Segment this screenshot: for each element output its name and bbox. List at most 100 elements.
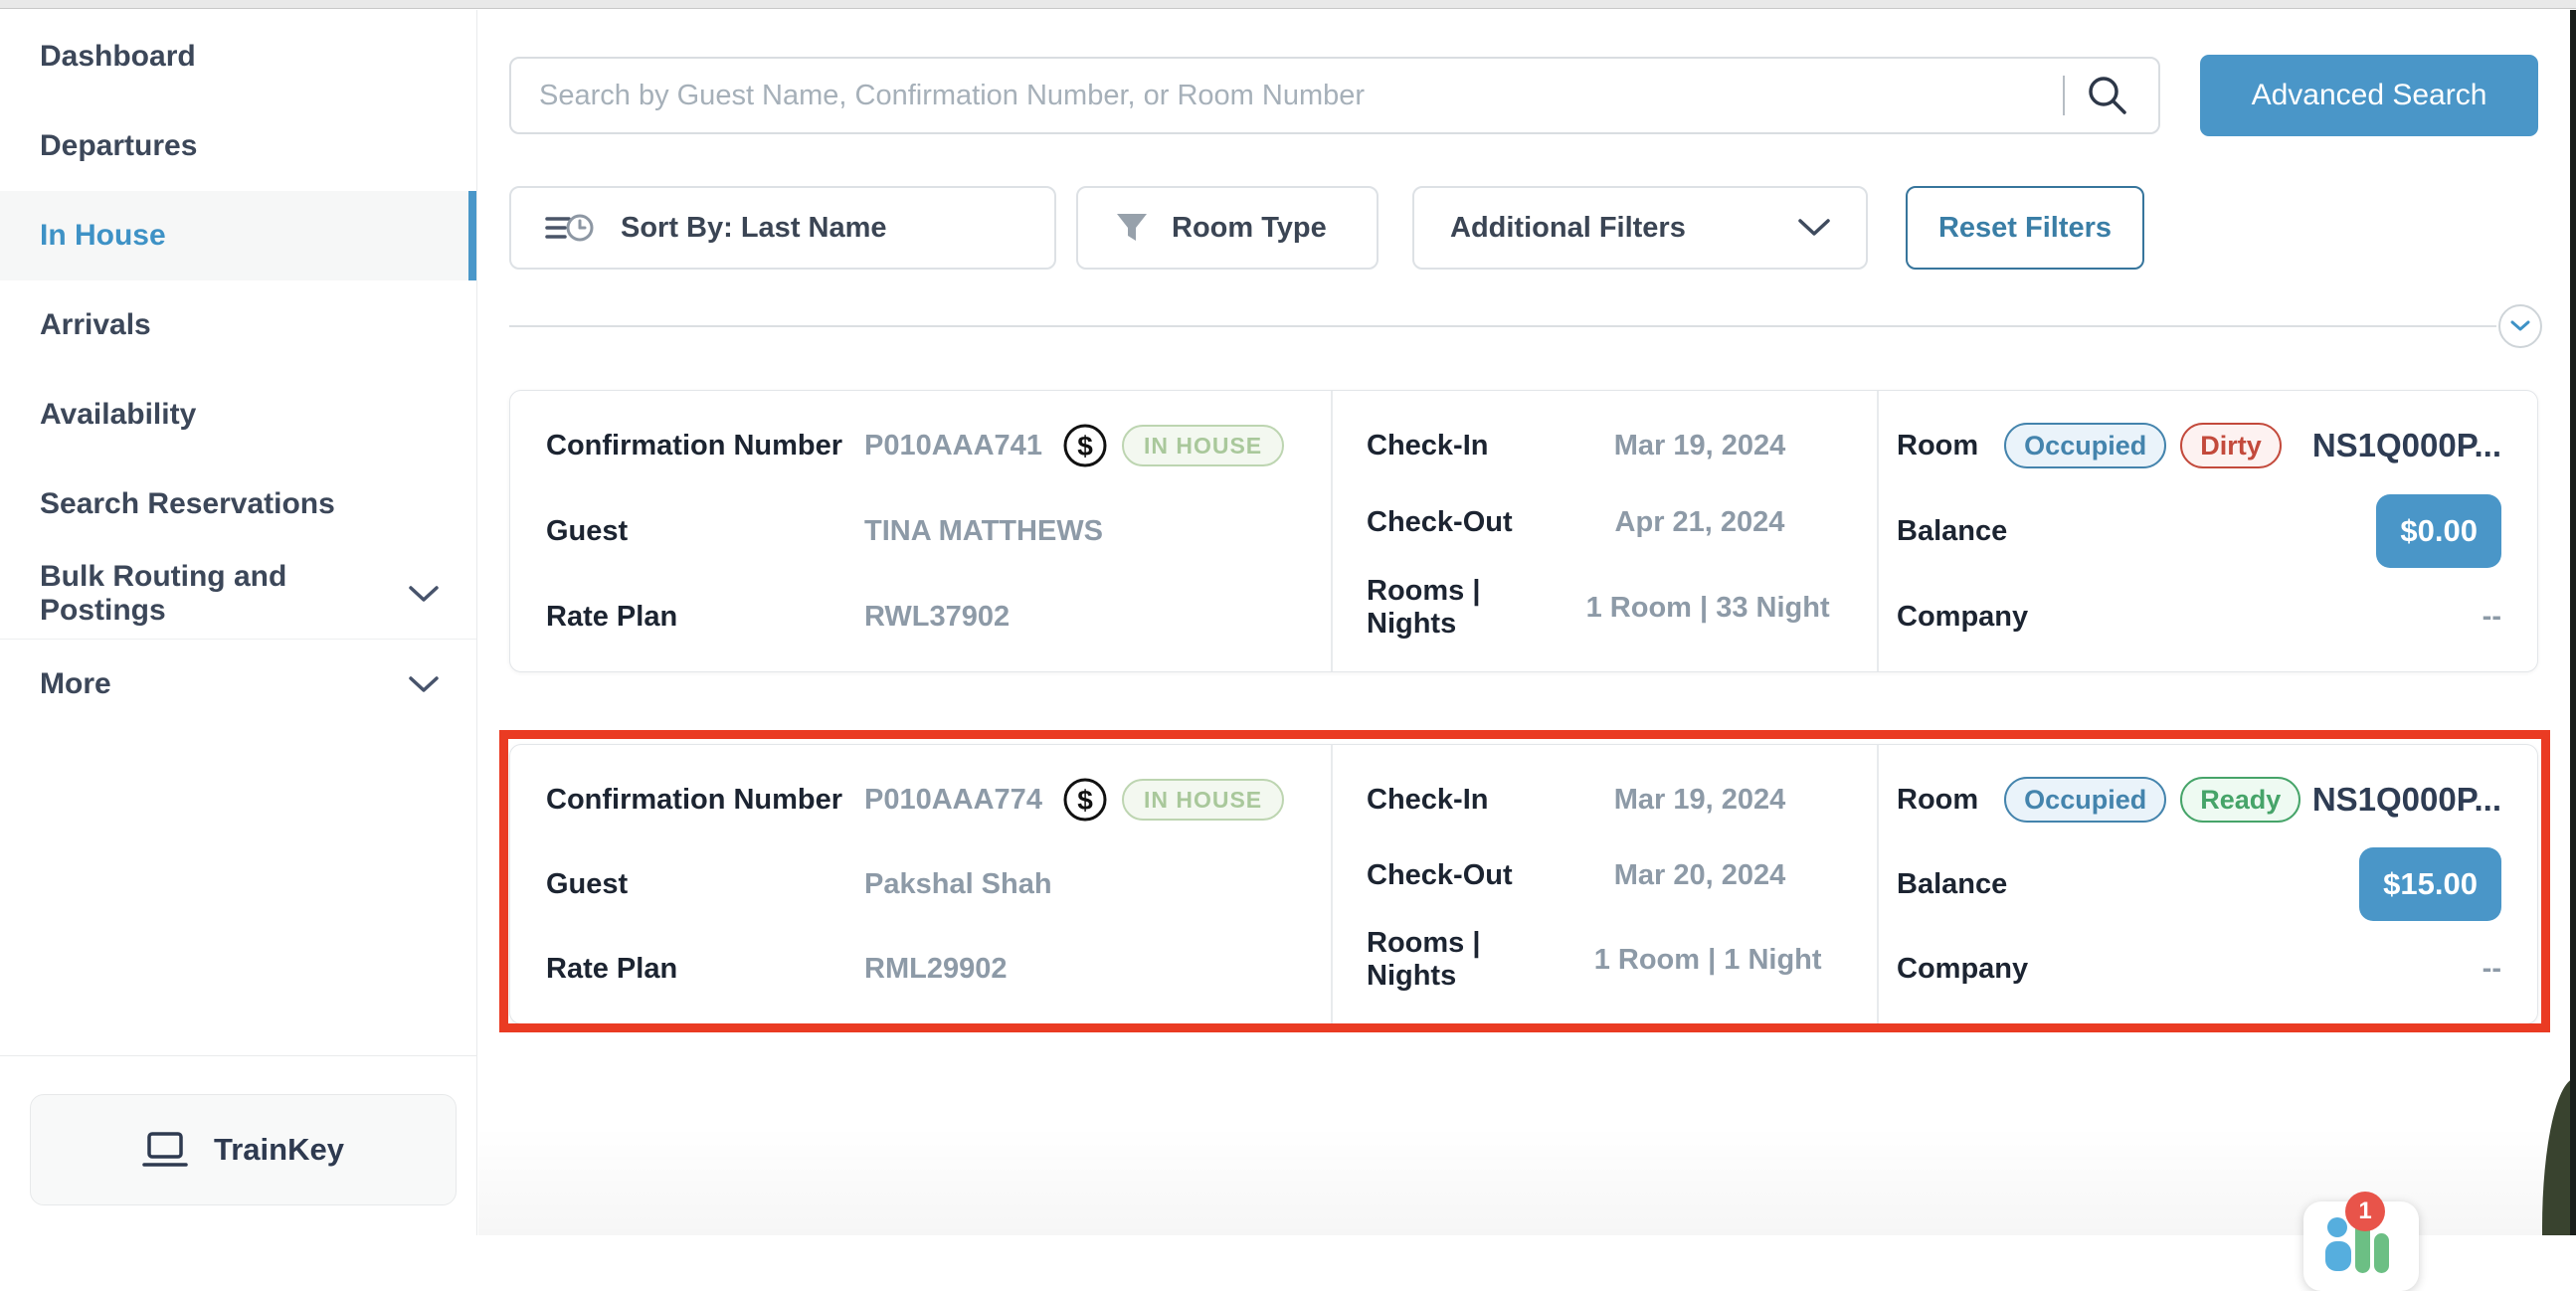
chevron-down-icon — [2510, 320, 2530, 332]
sort-by-button[interactable]: Sort By: Last Name — [509, 186, 1056, 270]
sidebar-item-label: Bulk Routing and Postings — [40, 560, 409, 628]
sidebar-item-dashboard[interactable]: Dashboard — [0, 12, 476, 101]
sort-by-label: Sort By: Last Name — [621, 212, 887, 245]
confirmation-label: Confirmation Number — [546, 430, 864, 462]
sidebar-item-label: Departures — [40, 129, 197, 163]
collapse-chevron-button[interactable] — [2498, 304, 2542, 348]
sidebar-item-label: Dashboard — [40, 40, 196, 74]
notification-badge: 1 — [2345, 1192, 2385, 1231]
trainkey-label: TrainKey — [214, 1132, 344, 1168]
company-value: -- — [2483, 953, 2501, 986]
additional-filters-label: Additional Filters — [1450, 212, 1686, 245]
check-in-label: Check-In — [1367, 430, 1488, 462]
search-input[interactable] — [509, 57, 2160, 134]
dollar-icon[interactable]: $ — [1062, 423, 1108, 468]
rate-plan-row: Rate Plan RML29902 — [510, 945, 1331, 993]
sidebar-item-label: Availability — [40, 398, 196, 432]
chevron-down-icon — [409, 676, 439, 693]
sidebar-item-arrivals[interactable]: Arrivals — [0, 280, 476, 370]
room-label: Room — [1897, 430, 1978, 462]
check-in-label: Check-In — [1367, 784, 1488, 817]
dollar-icon[interactable]: $ — [1062, 777, 1108, 823]
reservation-card[interactable]: Confirmation Number P010AAA774 $ IN HOUS… — [509, 744, 2538, 1024]
company-row: Company -- — [1879, 945, 2537, 993]
rooms-nights-value: 1 Room | 33 Night — [1566, 592, 1849, 625]
balance-button[interactable]: $15.00 — [2359, 847, 2501, 921]
dates-column: Check-In Mar 19, 2024 Check-Out Apr 21, … — [1331, 391, 1877, 671]
rate-plan-row: Rate Plan RWL37902 — [510, 593, 1331, 641]
sidebar-item-bulk-routing[interactable]: Bulk Routing and Postings — [0, 549, 476, 639]
balance-row: Balance $0.00 — [1879, 494, 2537, 568]
check-out-value: Apr 21, 2024 — [1551, 506, 1849, 539]
guest-row: Guest Pakshal Shah — [510, 860, 1331, 908]
rate-plan-label: Rate Plan — [546, 601, 864, 634]
company-value: -- — [2483, 601, 2501, 634]
company-label: Company — [1897, 953, 2028, 986]
sidebar-nav: Dashboard Departures In House Arrivals A… — [0, 10, 476, 729]
advanced-search-button[interactable]: Advanced Search — [2200, 55, 2538, 136]
reset-filters-button[interactable]: Reset Filters — [1906, 186, 2144, 270]
room-balance-column: Room Occupied Ready NS1Q000P... Balance … — [1877, 745, 2537, 1023]
check-out-label: Check-Out — [1367, 506, 1513, 539]
dates-column: Check-In Mar 19, 2024 Check-Out Mar 20, … — [1331, 745, 1877, 1023]
sidebar-item-in-house[interactable]: In House — [0, 191, 476, 280]
guest-value: Pakshal Shah — [864, 868, 1052, 901]
sidebar: Dashboard Departures In House Arrivals A… — [0, 10, 477, 1235]
balance-button[interactable]: $0.00 — [2376, 494, 2501, 568]
bottom-fade — [478, 1126, 2570, 1235]
confirmation-value: P010AAA774 — [864, 784, 1042, 817]
guest-label: Guest — [546, 868, 864, 901]
rate-plan-value: RWL37902 — [864, 601, 1010, 634]
sidebar-item-more[interactable]: More — [0, 640, 476, 729]
room-type-button[interactable]: Room Type — [1076, 186, 1379, 270]
confirmation-row: Confirmation Number P010AAA774 $ IN HOUS… — [510, 776, 1331, 824]
sidebar-item-label: More — [40, 667, 111, 701]
guest-row: Guest TINA MATTHEWS — [510, 507, 1331, 555]
check-in-value: Mar 19, 2024 — [1551, 430, 1849, 462]
check-out-row: Check-Out Mar 20, 2024 — [1333, 851, 1877, 899]
trainkey-button[interactable]: TrainKey — [30, 1094, 457, 1205]
search-bar — [509, 57, 2160, 134]
funnel-icon — [1114, 210, 1150, 246]
check-in-row: Check-In Mar 19, 2024 — [1333, 776, 1877, 824]
desktop-edge — [2570, 10, 2576, 1235]
additional-filters-button[interactable]: Additional Filters — [1412, 186, 1868, 270]
rooms-nights-row: Rooms | Nights 1 Room | 1 Night — [1333, 927, 1877, 993]
confirmation-value: P010AAA741 — [864, 430, 1042, 462]
rooms-nights-value: 1 Room | 1 Night — [1566, 944, 1849, 977]
check-out-label: Check-Out — [1367, 859, 1513, 892]
room-number: NS1Q000P... — [2312, 427, 2501, 464]
sidebar-footer: TrainKey — [0, 1055, 476, 1235]
search-separator — [2063, 76, 2065, 115]
room-label: Room — [1897, 784, 1978, 817]
check-out-value: Mar 20, 2024 — [1551, 859, 1849, 892]
room-row: Room Occupied Ready NS1Q000P... — [1879, 776, 2537, 824]
sidebar-item-search-reservations[interactable]: Search Reservations — [0, 460, 476, 549]
balance-row: Balance $15.00 — [1879, 847, 2537, 921]
rooms-nights-label: Rooms | Nights — [1367, 927, 1566, 993]
rooms-nights-label: Rooms | Nights — [1367, 575, 1566, 641]
sidebar-item-departures[interactable]: Departures — [0, 101, 476, 191]
status-badge: IN HOUSE — [1122, 779, 1284, 821]
search-icon[interactable] — [2085, 73, 2130, 118]
room-type-label: Room Type — [1172, 212, 1327, 245]
balance-label: Balance — [1897, 515, 2007, 548]
confirmation-label: Confirmation Number — [546, 784, 864, 817]
occupancy-badge: Occupied — [2004, 423, 2166, 468]
housekeeping-badge: Dirty — [2180, 423, 2282, 468]
chevron-down-icon — [1798, 212, 1830, 245]
section-divider — [509, 325, 2496, 327]
company-row: Company -- — [1879, 593, 2537, 641]
laptop-icon — [142, 1131, 188, 1169]
sidebar-item-label: Search Reservations — [40, 487, 335, 521]
check-in-row: Check-In Mar 19, 2024 — [1333, 422, 1877, 469]
sidebar-item-availability[interactable]: Availability — [0, 370, 476, 460]
sidebar-item-label: In House — [40, 219, 166, 253]
guest-label: Guest — [546, 515, 864, 548]
reservation-card[interactable]: Confirmation Number P010AAA741 $ IN HOUS… — [509, 390, 2538, 672]
occupancy-badge: Occupied — [2004, 777, 2166, 823]
svg-text:$: $ — [1077, 431, 1093, 461]
sidebar-item-label: Arrivals — [40, 308, 151, 342]
company-label: Company — [1897, 601, 2028, 634]
check-in-value: Mar 19, 2024 — [1551, 784, 1849, 817]
